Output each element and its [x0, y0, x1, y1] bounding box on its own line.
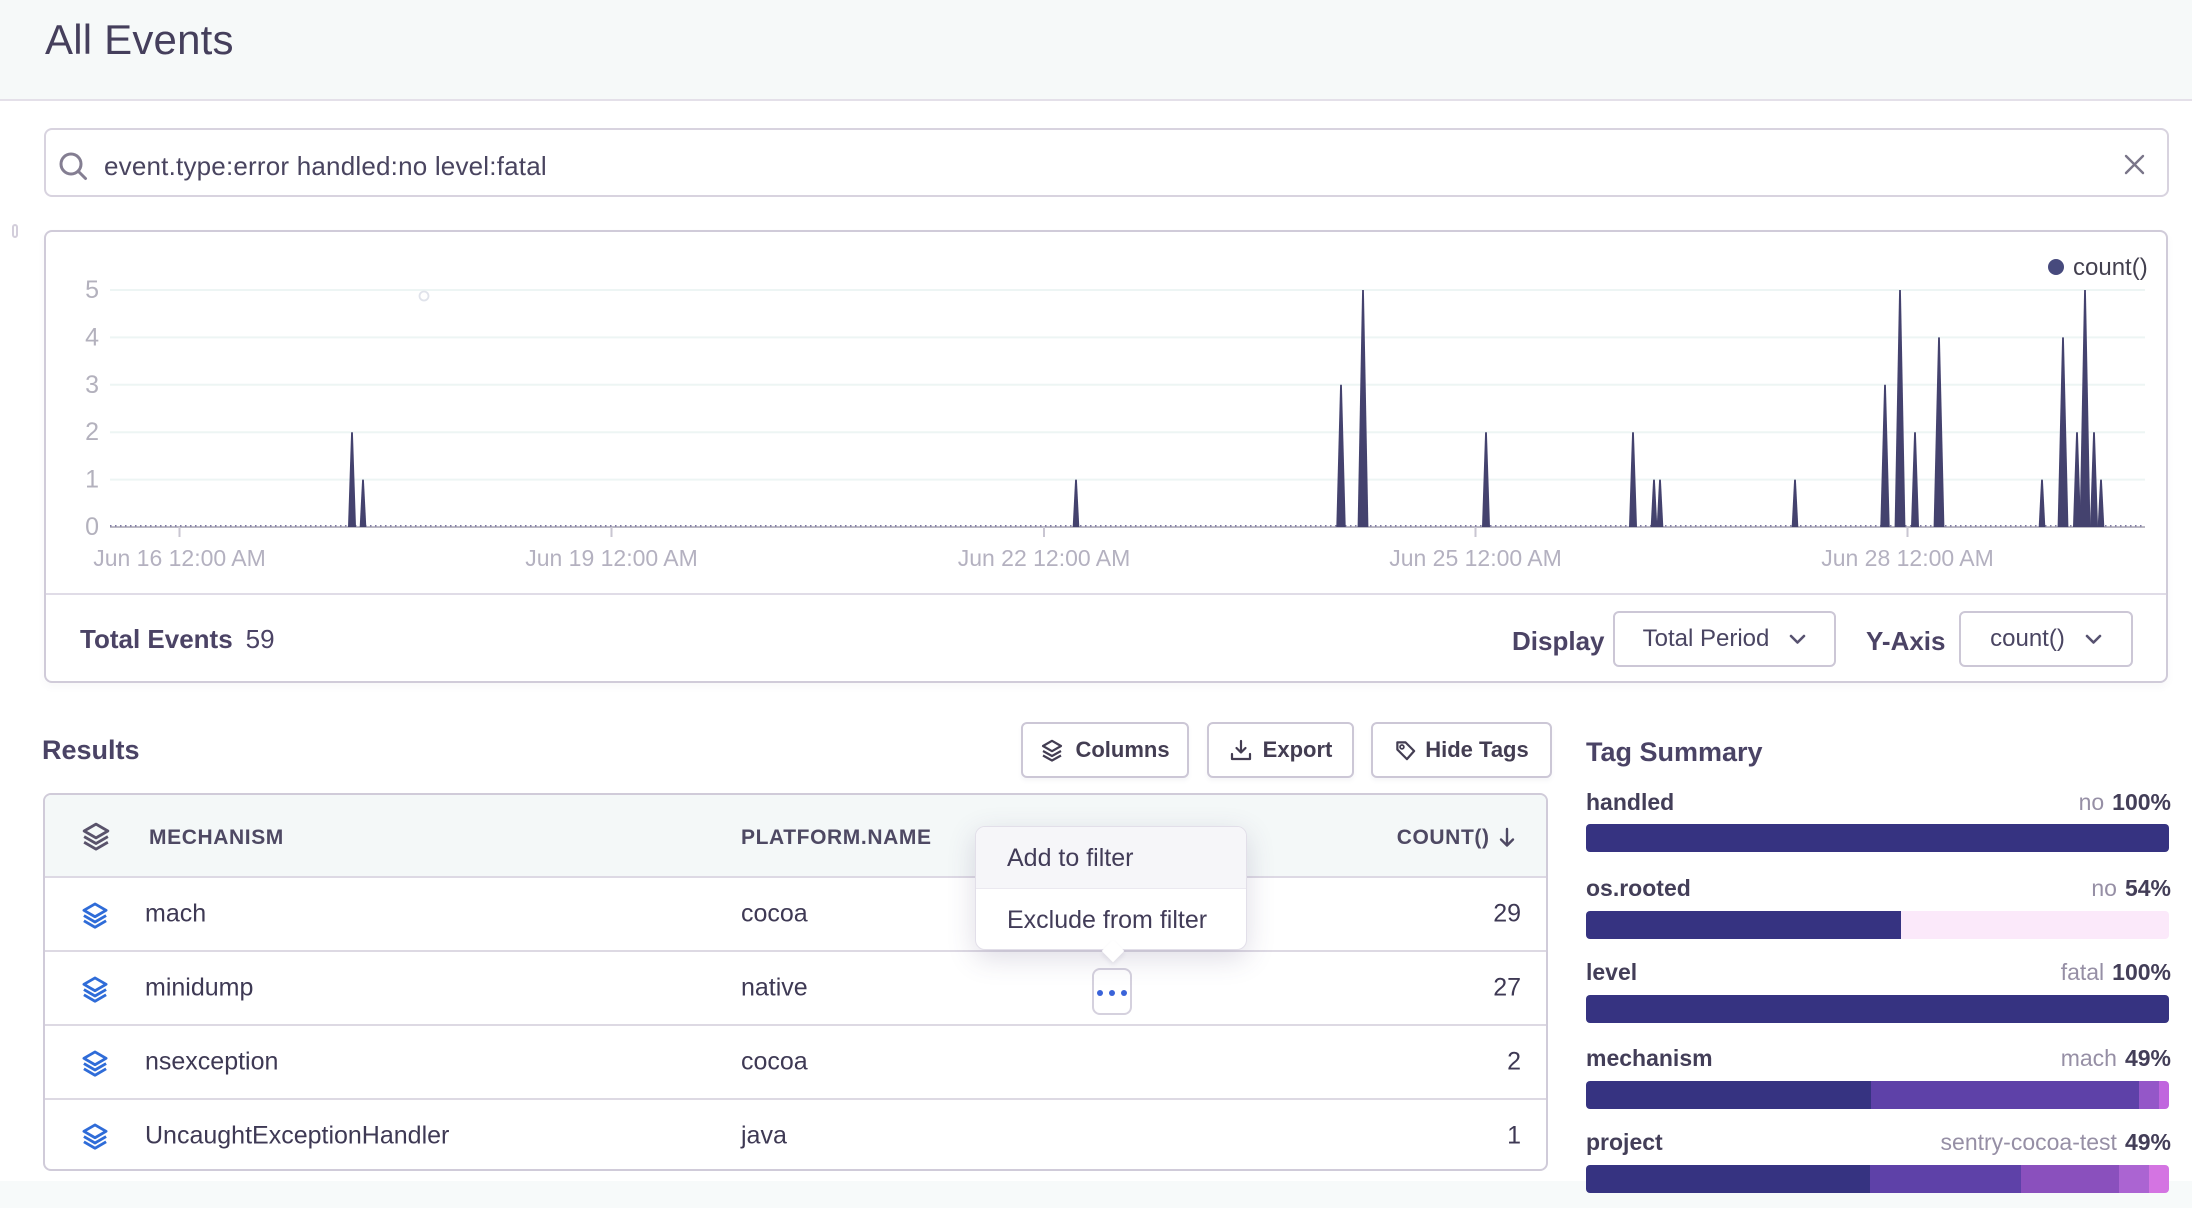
- svg-text:2: 2: [85, 418, 99, 446]
- svg-text:5: 5: [85, 276, 99, 304]
- svg-text:Jun 25 12:00 AM: Jun 25 12:00 AM: [1389, 545, 1562, 571]
- svg-text:Jun 19 12:00 AM: Jun 19 12:00 AM: [525, 545, 698, 571]
- svg-text:3: 3: [85, 371, 99, 399]
- svg-text:Jun 28 12:00 AM: Jun 28 12:00 AM: [1821, 545, 1994, 571]
- svg-text:0: 0: [85, 513, 99, 541]
- svg-text:4: 4: [85, 323, 99, 351]
- svg-text:Jun 22 12:00 AM: Jun 22 12:00 AM: [958, 545, 1131, 571]
- svg-text:Jun 16 12:00 AM: Jun 16 12:00 AM: [93, 545, 266, 571]
- svg-text:1: 1: [85, 466, 99, 494]
- svg-text:count(): count(): [2073, 254, 2148, 281]
